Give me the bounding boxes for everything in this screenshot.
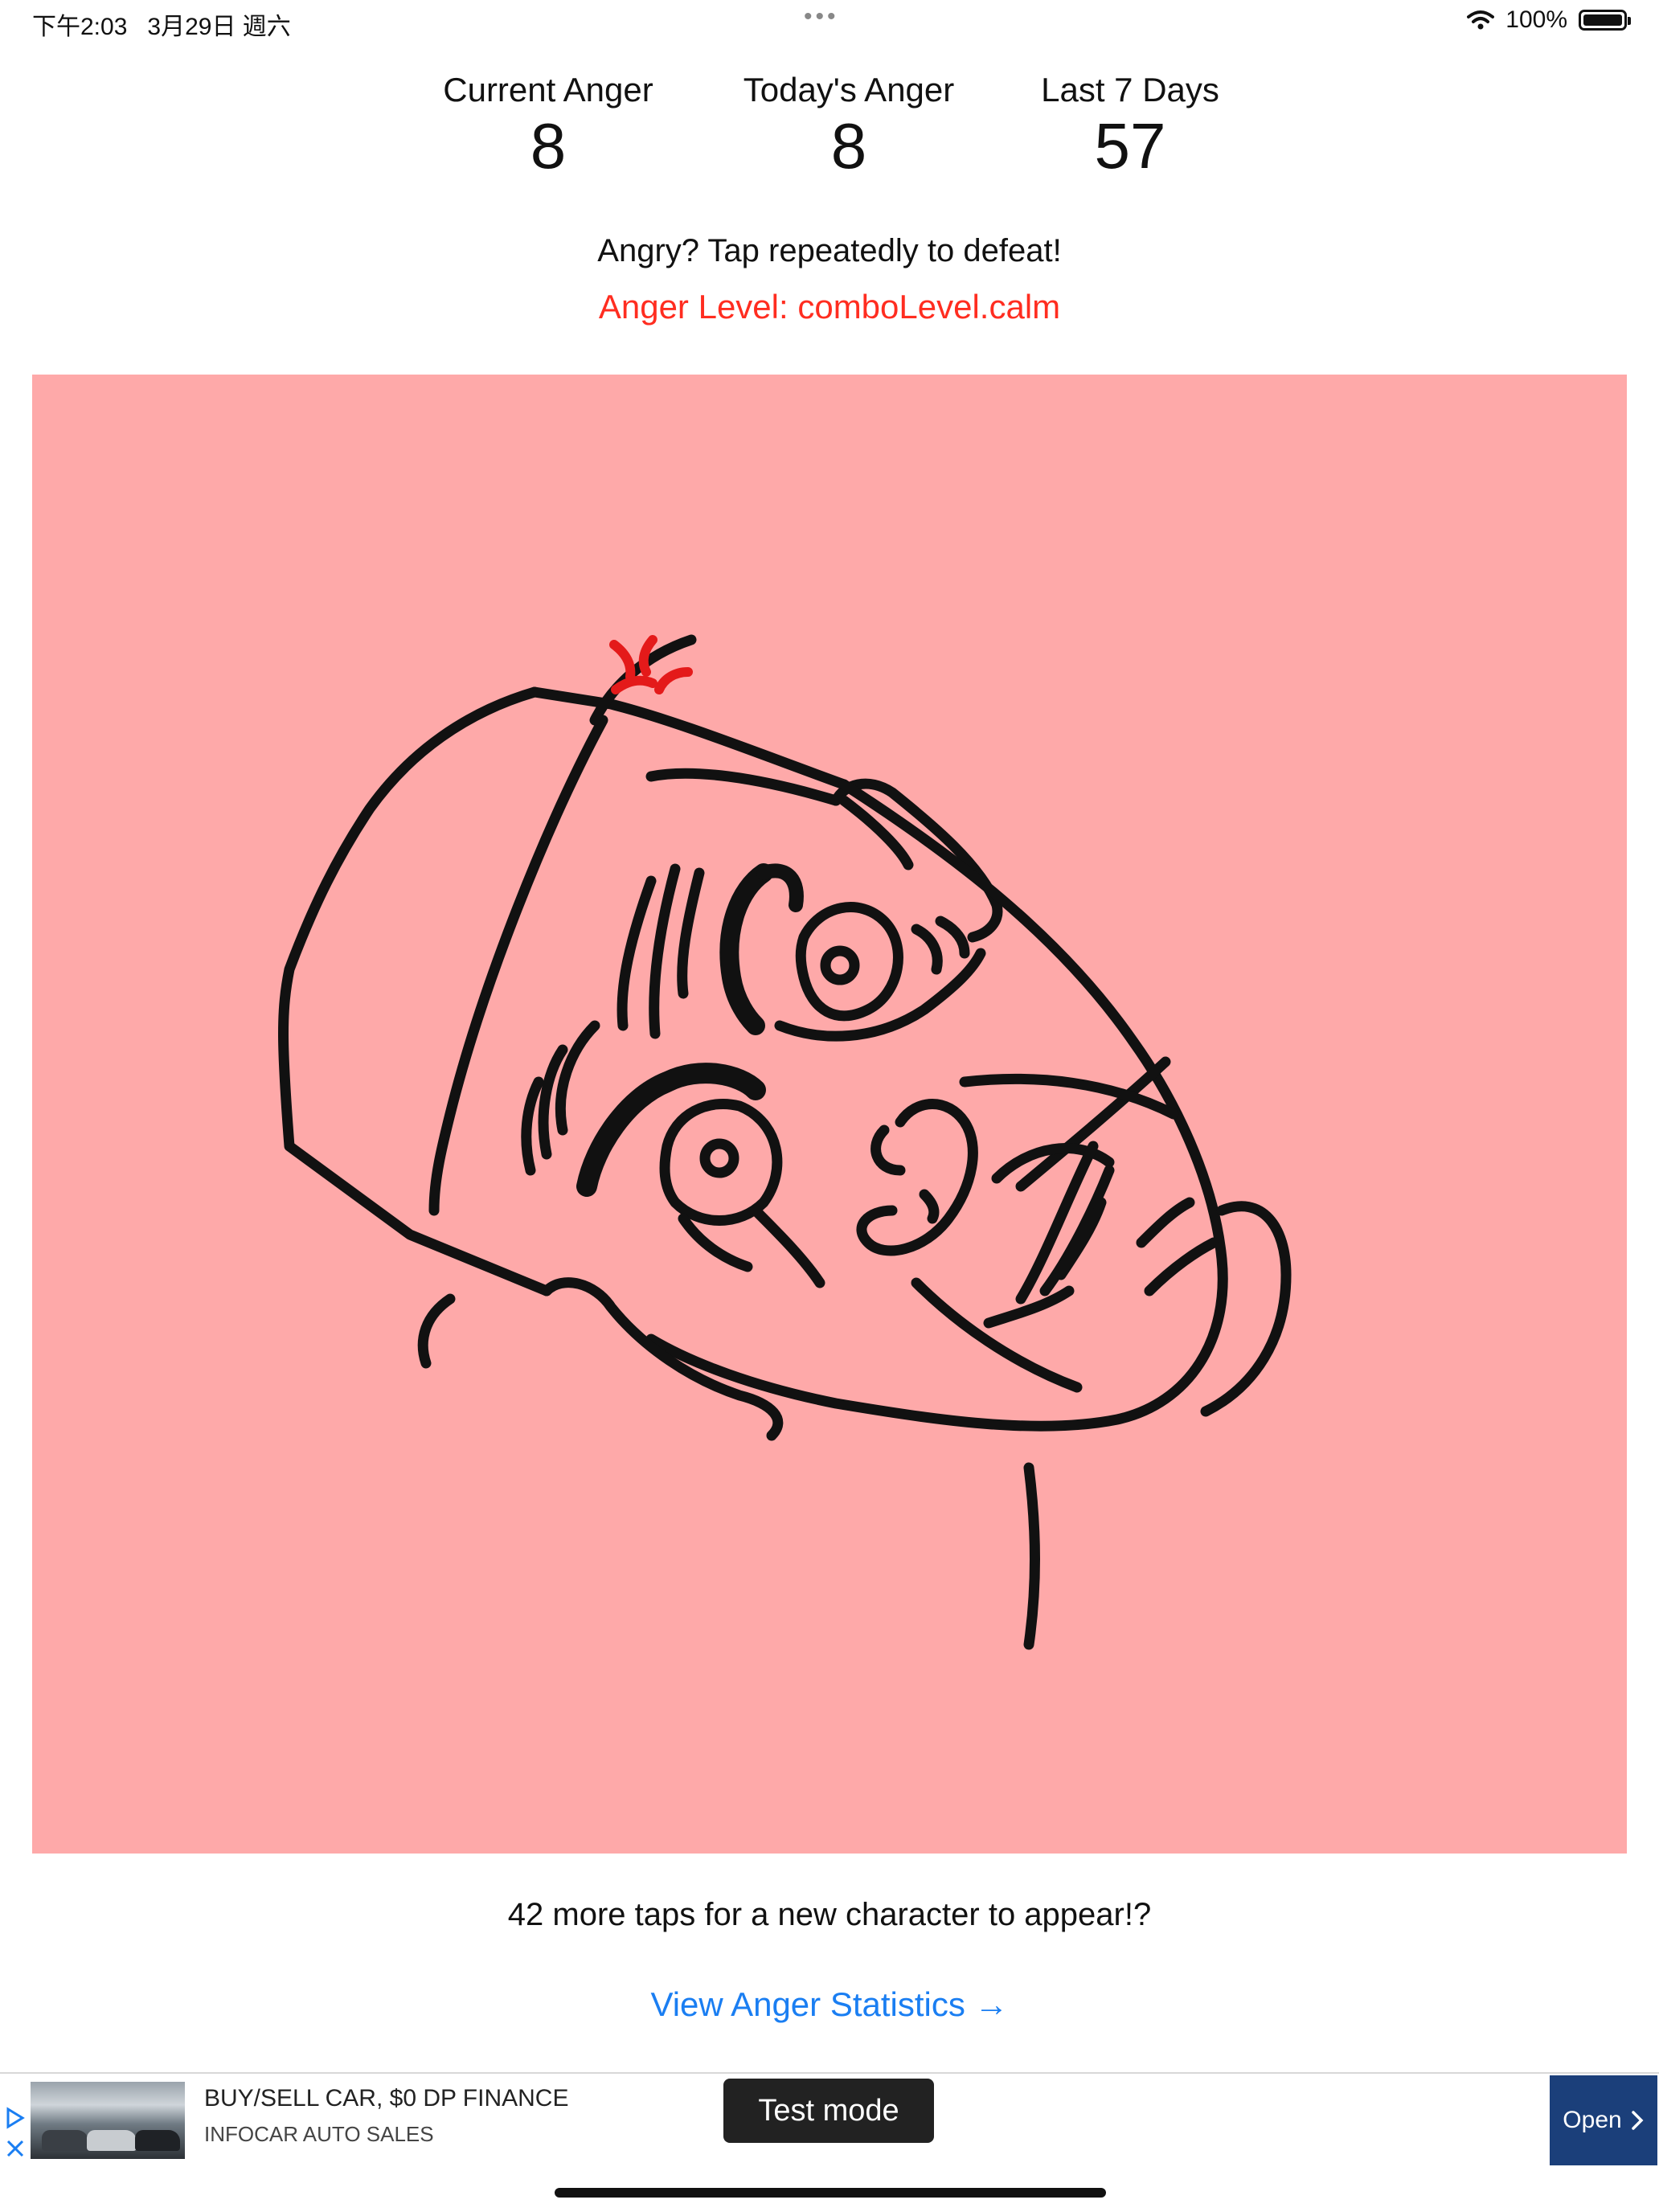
battery-percent: 100% [1505,6,1567,33]
tap-prompt: Angry? Tap repeatedly to defeat! [597,233,1062,268]
ad-subtitle[interactable]: INFOCAR AUTO SALES [204,2122,434,2147]
stat-value: 57 [1094,110,1166,182]
stat-last-7-days: Last 7 Days 57 [997,71,1263,180]
multitasking-dots[interactable]: ••• [804,3,839,31]
status-time-date: 下午2:03 3月29日 週六 [32,14,291,40]
ad-open-label: Open [1563,2107,1622,2133]
home-indicator[interactable] [555,2188,1106,2198]
stat-current-anger: Current Anger 8 [416,71,681,180]
taps-remaining-message: 42 more taps for a new character to appe… [507,1897,1152,1932]
chevron-right-icon [1631,2111,1644,2130]
tap-area[interactable] [32,375,1627,1854]
stat-value: 8 [530,110,567,182]
ad-open-button[interactable]: Open [1550,2075,1657,2165]
ad-thumbnail-image[interactable] [31,2082,185,2159]
stat-label: Last 7 Days [1041,71,1219,109]
battery-icon [1579,10,1631,31]
ad-banner[interactable]: BUY/SELL CAR, $0 DP FINANCE INFOCAR AUTO… [0,2072,1659,2167]
play-triangle-icon[interactable] [5,2106,26,2130]
status-right-group: 100% [1467,6,1631,34]
battery-fill [1583,14,1622,26]
adchoices-group[interactable] [5,2106,27,2167]
stat-label: Today's Anger [743,71,955,109]
angry-face-illustration[interactable] [32,375,1627,1854]
test-mode-badge: Test mode [723,2079,934,2143]
anger-level-text: Anger Level: comboLevel.calm [598,288,1061,326]
stat-value: 8 [830,110,867,182]
stat-todays-anger: Today's Anger 8 [716,71,981,180]
ad-title[interactable]: BUY/SELL CAR, $0 DP FINANCE [204,2085,569,2112]
wifi-icon [1467,10,1495,30]
stat-label: Current Anger [443,71,653,109]
view-anger-statistics-link[interactable]: View Anger Statistics → [0,1985,1659,2024]
close-x-icon[interactable] [5,2136,26,2161]
